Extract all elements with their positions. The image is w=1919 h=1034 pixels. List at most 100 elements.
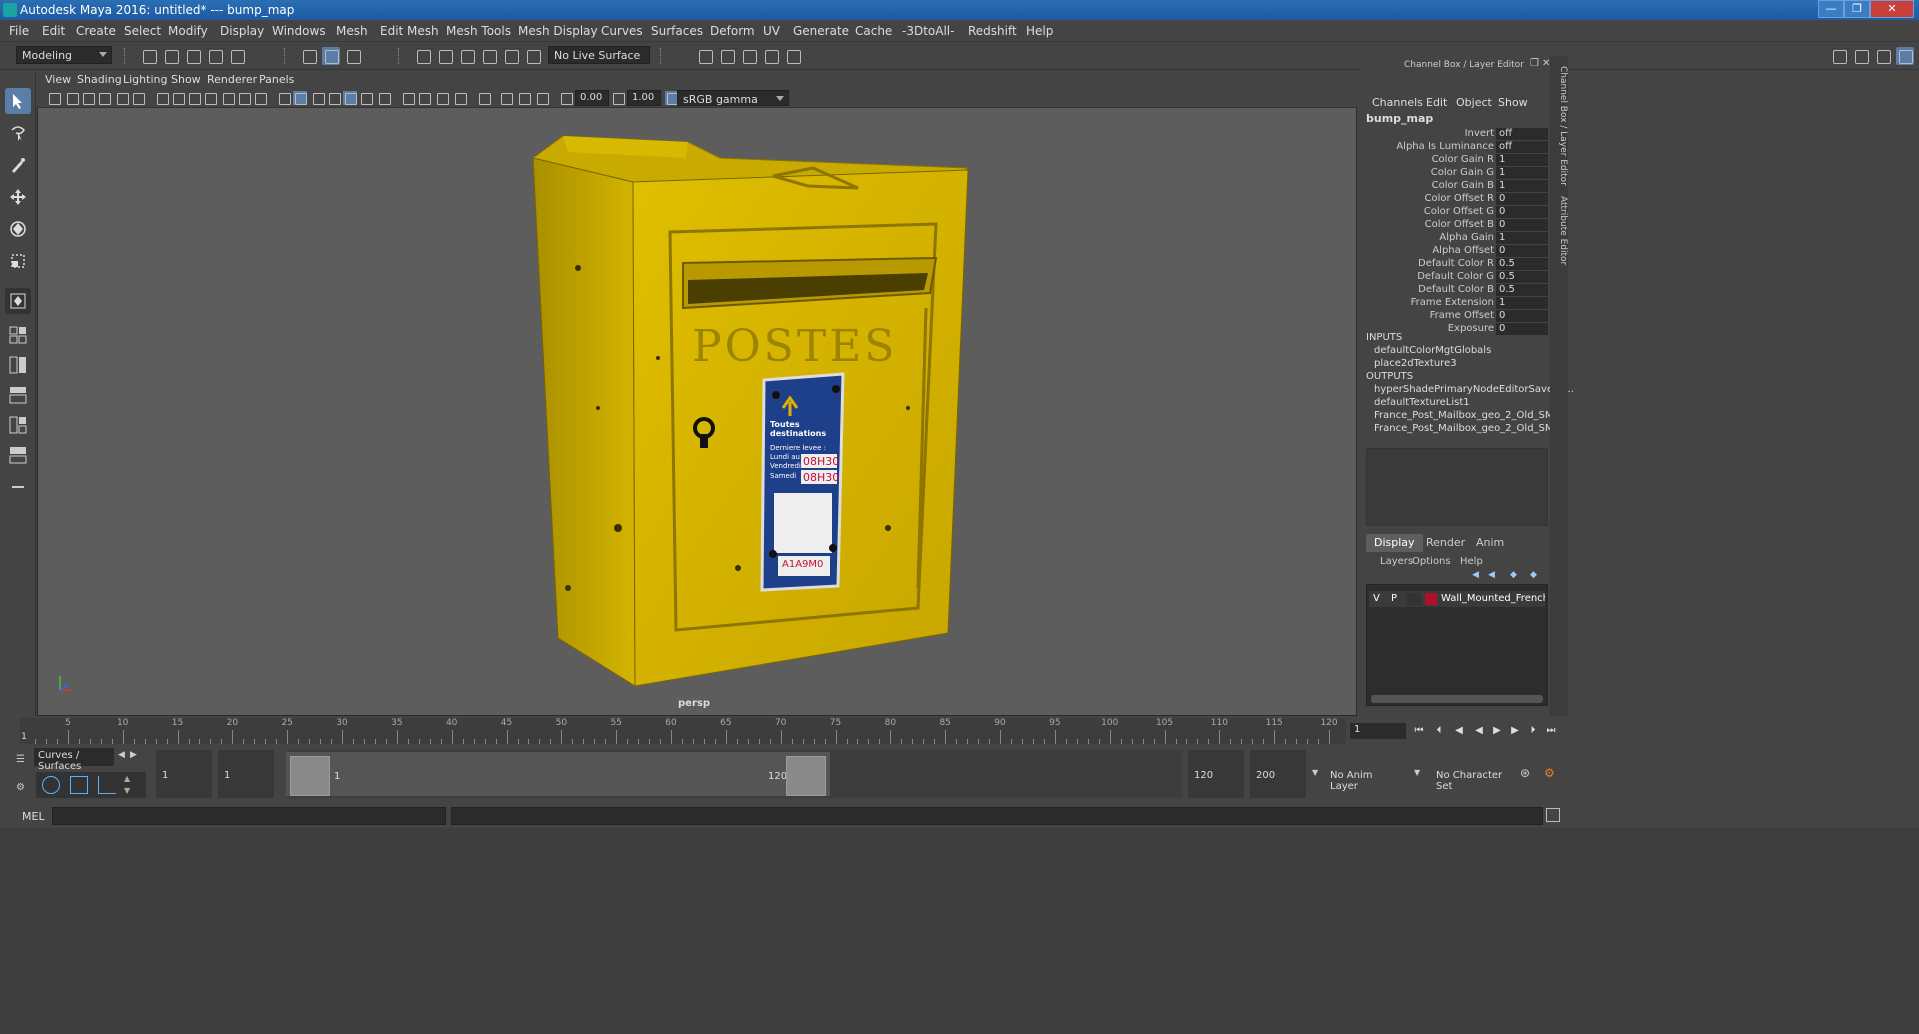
- menu-windows[interactable]: Windows: [272, 24, 326, 38]
- layer-menu-options[interactable]: Options: [1412, 556, 1451, 567]
- save-scene-icon[interactable]: [184, 47, 202, 65]
- anti-aliasing-icon[interactable]: [435, 91, 449, 105]
- xray-icon[interactable]: [499, 91, 513, 105]
- attribute-row[interactable]: Alpha Offset 0: [1360, 245, 1550, 258]
- attribute-value[interactable]: 1: [1496, 154, 1548, 166]
- attribute-row[interactable]: Color Gain R1: [1360, 154, 1550, 167]
- time-slider[interactable]: 1 5 10 15 20 25 30 35 40 45 50 55 60 65 70 75 80 85 90 95 1…: [0, 716, 1919, 746]
- snap-to-curve-icon[interactable]: [436, 47, 454, 65]
- rotate-tool-icon[interactable]: [5, 216, 31, 242]
- menu-deform[interactable]: Deform: [710, 24, 755, 38]
- modeling-toolkit-icon[interactable]: [1830, 47, 1848, 65]
- attribute-row[interactable]: Invert off: [1360, 128, 1550, 141]
- render-settings-icon[interactable]: [762, 47, 780, 65]
- attribute-row[interactable]: Color Offset B0: [1360, 219, 1550, 232]
- attribute-row[interactable]: Default Color R 0.5: [1360, 258, 1550, 271]
- hypershade-layout-icon[interactable]: [5, 442, 31, 468]
- tab-attribute-editor[interactable]: Attribute Editor: [1550, 196, 1568, 265]
- image-plane-icon[interactable]: [97, 91, 111, 105]
- view-transform-dropdown[interactable]: sRGB gamma: [677, 90, 789, 106]
- channel-box-toggle-icon[interactable]: [1896, 47, 1914, 65]
- input-node[interactable]: place2dTexture3: [1374, 358, 1457, 369]
- menu-modify[interactable]: Modify: [168, 24, 208, 38]
- input-node[interactable]: defaultColorMgtGlobals: [1374, 345, 1491, 356]
- two-d-pan-zoom-icon[interactable]: [115, 91, 129, 105]
- attribute-value[interactable]: 1: [1496, 297, 1548, 309]
- menu-curves[interactable]: Curves: [601, 24, 643, 38]
- play-forwards-icon[interactable]: ▶: [1490, 724, 1504, 738]
- attribute-value[interactable]: 0.5: [1496, 271, 1548, 283]
- menu-create[interactable]: Create: [76, 24, 116, 38]
- attribute-row[interactable]: Alpha Gain 1: [1360, 232, 1550, 245]
- menu-redshift[interactable]: Redshift: [968, 24, 1017, 38]
- attribute-value[interactable]: 1: [1496, 180, 1548, 192]
- nurbs-circle-icon[interactable]: [42, 776, 60, 794]
- character-set-field[interactable]: No Character Set: [1430, 750, 1514, 798]
- layer-list-scrollbar[interactable]: [1371, 695, 1543, 703]
- attribute-value[interactable]: 0.5: [1496, 258, 1548, 270]
- panel-menu-renderer[interactable]: Renderer: [207, 73, 257, 86]
- shelf-menu-icon[interactable]: ☰: [16, 754, 25, 765]
- layer-name[interactable]: Wall_Mounted_French_Y: [1441, 593, 1545, 604]
- show-manipulator-icon[interactable]: [5, 288, 31, 314]
- snap-together-icon[interactable]: [524, 47, 542, 65]
- command-input[interactable]: [52, 807, 446, 825]
- exposure-icon[interactable]: [559, 91, 573, 105]
- channel-box-menu-show[interactable]: Show: [1498, 96, 1528, 109]
- menu-display[interactable]: Display: [220, 24, 264, 38]
- panel-menu-view[interactable]: View: [45, 73, 71, 86]
- attribute-value[interactable]: 0: [1496, 206, 1548, 218]
- depth-of-field-icon[interactable]: [453, 91, 467, 105]
- collapse-toolbox-icon[interactable]: [5, 474, 31, 500]
- close-button[interactable]: ✕: [1870, 0, 1914, 18]
- animation-preferences-icon[interactable]: ⚙: [1544, 766, 1555, 780]
- panel-menu-lighting[interactable]: Lighting: [123, 73, 167, 86]
- attribute-value[interactable]: 1: [1496, 167, 1548, 179]
- attribute-editor-toggle-icon[interactable]: [1852, 47, 1870, 65]
- anim-layer-field[interactable]: No Anim Layer: [1324, 750, 1408, 798]
- step-back-key-icon[interactable]: ◀: [1452, 724, 1466, 738]
- layer-menu-layers[interactable]: Layers: [1380, 556, 1413, 567]
- live-surface-field[interactable]: No Live Surface: [548, 46, 650, 64]
- redo-icon[interactable]: [228, 47, 246, 65]
- step-back-frame-icon[interactable]: ⏴: [1432, 724, 1446, 738]
- menu-mesh[interactable]: Mesh: [336, 24, 368, 38]
- attribute-row[interactable]: Default Color G 0.5: [1360, 271, 1550, 284]
- attribute-value[interactable]: 0: [1496, 193, 1548, 205]
- resolution-gate-icon[interactable]: [187, 91, 201, 105]
- attribute-value[interactable]: 1: [1496, 232, 1548, 244]
- outputs-heading[interactable]: OUTPUTS: [1366, 371, 1413, 382]
- channel-box-menu-edit[interactable]: Edit: [1426, 96, 1447, 109]
- attribute-row[interactable]: Color Gain B1: [1360, 180, 1550, 193]
- graph-editor-layout-icon[interactable]: [5, 412, 31, 438]
- range-start-handle[interactable]: [290, 756, 330, 796]
- panel-menu-panels[interactable]: Panels: [259, 73, 294, 86]
- wireframe-on-shaded-icon[interactable]: [327, 91, 341, 105]
- safe-title-icon[interactable]: [253, 91, 267, 105]
- attribute-value[interactable]: 0: [1496, 323, 1548, 335]
- menu-mesh-tools[interactable]: Mesh Tools: [446, 24, 511, 38]
- inputs-heading[interactable]: INPUTS: [1366, 332, 1402, 343]
- hypershade-icon[interactable]: [784, 47, 802, 65]
- camera-attributes-icon[interactable]: [65, 91, 79, 105]
- smooth-shade-all-icon[interactable]: [293, 91, 307, 105]
- snap-to-grid-icon[interactable]: [414, 47, 432, 65]
- layer-playback-toggle[interactable]: P: [1391, 593, 1397, 604]
- shelf-tab-curves-surfaces[interactable]: Curves / Surfaces: [34, 748, 114, 772]
- screen-space-ambient-occlusion-icon[interactable]: [401, 91, 415, 105]
- grease-pencil-icon[interactable]: [131, 91, 145, 105]
- channel-box-menu-channels[interactable]: Channels: [1372, 96, 1423, 109]
- menu-edit[interactable]: Edit: [42, 24, 65, 38]
- selected-node-name[interactable]: bump_map: [1366, 112, 1433, 125]
- range-bar[interactable]: 1 120: [286, 750, 1182, 798]
- make-live-icon[interactable]: [502, 47, 520, 65]
- move-layer-up-icon[interactable]: ◀: [1472, 570, 1479, 580]
- select-by-hierarchy-icon[interactable]: [300, 47, 318, 65]
- menu-surfaces[interactable]: Surfaces: [651, 24, 703, 38]
- paint-select-tool-icon[interactable]: [5, 152, 31, 178]
- open-scene-icon[interactable]: [162, 47, 180, 65]
- menu-edit-mesh[interactable]: Edit Mesh: [380, 24, 439, 38]
- layer-visibility-toggle[interactable]: V: [1373, 593, 1380, 604]
- nurbs-square-icon[interactable]: [70, 776, 88, 794]
- attribute-value[interactable]: 0: [1496, 310, 1548, 322]
